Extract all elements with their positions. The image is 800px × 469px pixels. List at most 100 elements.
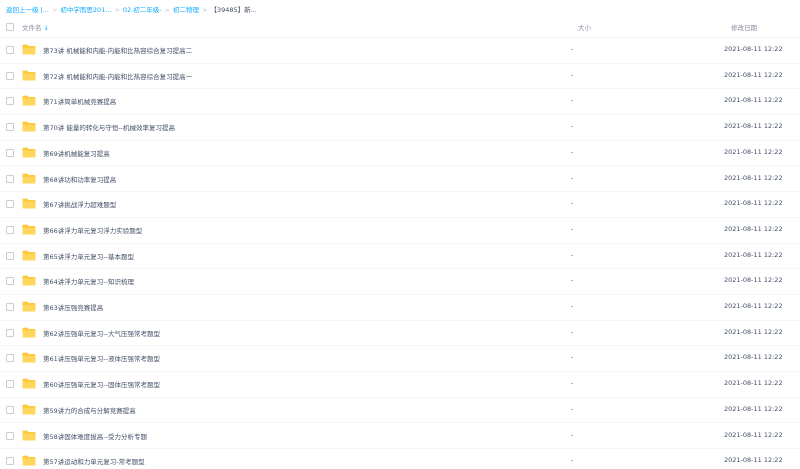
folder-icon <box>22 250 36 261</box>
row-checkbox[interactable] <box>6 354 14 363</box>
file-size: - <box>571 224 574 233</box>
select-all-checkbox[interactable] <box>6 23 14 31</box>
file-row[interactable]: 第57讲运动和力单元复习-常考题型 - 2021-08-11 12:22 <box>0 449 800 469</box>
row-checkbox[interactable] <box>6 123 14 132</box>
row-checkbox[interactable] <box>6 97 14 106</box>
file-name[interactable]: 第72讲 机械能和内能-内能和比热容综合复习提高一 <box>43 71 192 81</box>
file-modified-date: 2021-08-11 12:22 <box>724 250 783 259</box>
row-checkbox[interactable] <box>6 251 14 260</box>
row-checkbox[interactable] <box>6 328 14 337</box>
file-name[interactable]: 第68讲功和功率复习提高 <box>43 174 116 184</box>
file-row[interactable]: 第67讲挑战浮力超难题型 - 2021-08-11 12:22 <box>0 192 800 218</box>
file-name[interactable]: 第65讲浮力单元复习--基本题型 <box>43 251 134 261</box>
file-row[interactable]: 第68讲功和功率复习提高 - 2021-08-11 12:22 <box>0 167 800 193</box>
column-header-name[interactable]: 文件名 ↓ <box>22 22 49 32</box>
breadcrumb-separator: > <box>164 6 171 14</box>
folder-icon <box>22 95 36 106</box>
file-modified-date: 2021-08-11 12:22 <box>724 430 783 439</box>
folder-icon <box>22 121 36 132</box>
row-checkbox[interactable] <box>6 303 14 311</box>
file-size: - <box>571 122 574 131</box>
file-size: - <box>571 70 574 79</box>
sort-arrow-down-icon[interactable]: ↓ <box>44 24 49 32</box>
file-row[interactable]: 第59讲力的合成与分解竞赛提高 - 2021-08-11 12:22 <box>0 398 800 424</box>
file-row[interactable]: 第71讲简单机械竞赛提高 - 2021-08-11 12:22 <box>0 89 800 116</box>
breadcrumb-item-subject[interactable]: 初二物理 <box>173 6 199 14</box>
file-size: - <box>571 430 574 439</box>
file-name[interactable]: 第62讲压强单元复习--大气压强常考题型 <box>43 328 160 338</box>
breadcrumb-item-root[interactable]: |... <box>41 6 49 14</box>
file-name[interactable]: 第73讲 机械能和内能-内能和比热容综合复习提高二 <box>43 45 192 55</box>
file-modified-date: 2021-08-11 12:22 <box>724 404 783 413</box>
file-row[interactable]: 第60讲压强单元复习--固体压强常考题型 - 2021-08-11 12:22 <box>0 372 800 398</box>
file-name[interactable]: 第71讲简单机械竞赛提高 <box>43 96 116 106</box>
file-name[interactable]: 第60讲压强单元复习--固体压强常考题型 <box>43 379 160 389</box>
row-checkbox[interactable] <box>6 457 14 466</box>
file-row[interactable]: 第72讲 机械能和内能-内能和比热容综合复习提高一 - 2021-08-11 12:… <box>0 64 800 90</box>
row-checkbox[interactable] <box>6 380 14 389</box>
breadcrumb-item-grade[interactable]: 02.初二年级- <box>123 6 162 14</box>
file-name[interactable]: 第63讲压强竞赛提高 <box>43 302 103 312</box>
file-name[interactable]: 第61讲压强单元复习--液体压强常考题型 <box>43 353 160 363</box>
row-checkbox[interactable] <box>6 225 14 234</box>
file-size: - <box>571 353 574 362</box>
folder-icon <box>22 198 36 209</box>
file-name[interactable]: 第66讲浮力单元复习浮力实验题型 <box>43 225 142 235</box>
file-modified-date: 2021-08-11 12:22 <box>724 45 783 53</box>
row-checkbox[interactable] <box>6 71 14 80</box>
column-header-name-label: 文件名 <box>22 24 42 32</box>
folder-icon <box>22 327 36 338</box>
file-modified-date: 2021-08-11 12:22 <box>724 456 783 465</box>
file-name[interactable]: 第67讲挑战浮力超难题型 <box>43 199 116 209</box>
file-size: - <box>571 302 574 310</box>
file-modified-date: 2021-08-11 12:22 <box>724 224 783 233</box>
file-name[interactable]: 第59讲力的合成与分解竞赛提高 <box>43 405 136 415</box>
file-modified-date: 2021-08-11 12:22 <box>724 379 783 388</box>
file-list-header: 文件名 ↓ 大小 修改日期 <box>0 16 800 38</box>
row-checkbox[interactable] <box>6 431 14 440</box>
file-row[interactable]: 第64讲浮力单元复习--知识梳理 - 2021-08-11 12:22 <box>0 269 800 295</box>
file-row[interactable]: 第61讲压强单元复习--液体压强常考题型 - 2021-08-11 12:22 <box>0 346 800 373</box>
row-checkbox[interactable] <box>6 46 14 54</box>
column-header-size[interactable]: 大小 <box>578 22 591 32</box>
file-size: - <box>571 379 574 388</box>
file-row[interactable]: 第66讲浮力单元复习浮力实验题型 - 2021-08-11 12:22 <box>0 218 800 244</box>
file-modified-date: 2021-08-11 12:22 <box>724 353 783 362</box>
file-row[interactable]: 第63讲压强竞赛提高 - 2021-08-11 12:22 <box>0 295 800 321</box>
file-name[interactable]: 第70讲 能量的转化与守恒--机械效率复习提高 <box>43 122 175 132</box>
column-header-date[interactable]: 修改日期 <box>731 22 757 32</box>
row-checkbox[interactable] <box>6 174 14 183</box>
file-size: - <box>571 276 574 285</box>
file-size: - <box>571 327 574 336</box>
folder-icon <box>22 352 36 363</box>
file-size: - <box>571 456 574 465</box>
breadcrumb-item-current: 【39485】新... <box>210 6 257 14</box>
row-checkbox[interactable] <box>6 148 14 157</box>
row-checkbox[interactable] <box>6 277 14 286</box>
folder-icon <box>22 224 36 235</box>
file-modified-date: 2021-08-11 12:22 <box>724 173 783 182</box>
file-size: - <box>571 199 574 208</box>
file-row[interactable]: 第69讲机械能复习提高 - 2021-08-11 12:22 <box>0 141 800 167</box>
file-size: - <box>571 45 574 53</box>
file-row[interactable]: 第62讲压强单元复习--大气压强常考题型 - 2021-08-11 12:22 <box>0 321 800 347</box>
breadcrumb-back-link[interactable]: 返回上一级 <box>6 6 39 14</box>
breadcrumb-item-course[interactable]: 初中学而思201... <box>60 6 111 14</box>
row-checkbox[interactable] <box>6 200 14 209</box>
file-row[interactable]: 第73讲 机械能和内能-内能和比热容综合复习提高二 - 2021-08-11 12:… <box>0 38 800 64</box>
file-size: - <box>571 147 574 156</box>
file-name[interactable]: 第64讲浮力单元复习--知识梳理 <box>43 276 134 286</box>
breadcrumb: 返回上一级 |... > 初中学而思201... >02.初二年级- > 初二物理 > 【394… <box>6 4 257 16</box>
breadcrumb-separator: > <box>114 6 120 14</box>
file-row[interactable]: 第70讲 能量的转化与守恒--机械效率复习提高 - 2021-08-11 12:22 <box>0 115 800 141</box>
file-row[interactable]: 第58讲固体难度拔高--受力分析专题 - 2021-08-11 12:22 <box>0 424 800 450</box>
file-row[interactable]: 第65讲浮力单元复习--基本题型 - 2021-08-11 12:22 <box>0 244 800 270</box>
file-modified-date: 2021-08-11 12:22 <box>724 302 783 310</box>
row-checkbox[interactable] <box>6 405 14 414</box>
file-name[interactable]: 第58讲固体难度拔高--受力分析专题 <box>43 431 147 441</box>
file-modified-date: 2021-08-11 12:22 <box>724 276 783 285</box>
file-name[interactable]: 第57讲运动和力单元复习-常考题型 <box>43 456 145 466</box>
file-modified-date: 2021-08-11 12:22 <box>724 122 783 131</box>
breadcrumb-separator: > <box>51 6 58 14</box>
file-name[interactable]: 第69讲机械能复习提高 <box>43 148 110 158</box>
